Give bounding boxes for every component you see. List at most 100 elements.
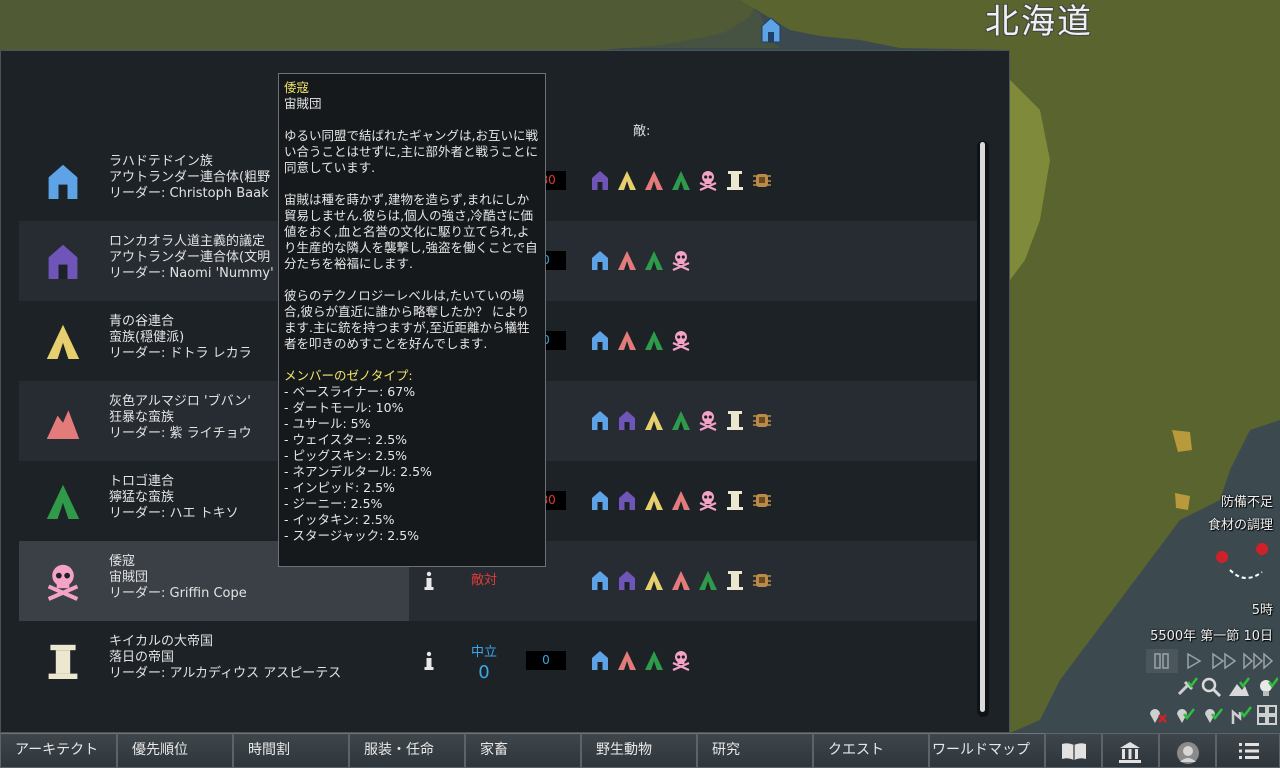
faction-leader: リーダー: Griffin Cope (109, 586, 247, 601)
tent-yellow-icon (618, 171, 636, 190)
settlement-house-icon[interactable] (760, 16, 782, 44)
faction-leader: リーダー: ハエ トキソ (109, 506, 239, 521)
tooltip-description-2: 宙賊は種を蒔かず,建物を造らず,まれにしか貿易しません.彼らは,個人の強さ,冷酷… (284, 192, 538, 271)
enemy-faction-icons (590, 569, 779, 591)
tent-yellow-icon (645, 571, 663, 590)
enemies-column-header: 敵: (633, 124, 651, 139)
xenotype-item: - ジーニー: 2.5% (284, 496, 383, 511)
house-blue-icon (592, 491, 608, 510)
tab-factions[interactable] (1102, 733, 1159, 768)
tent-icon (46, 484, 80, 519)
xenotype-item: - ネアンデルタール: 2.5% (284, 464, 432, 479)
house-purple-icon (619, 491, 635, 510)
tent-pink-icon (618, 651, 636, 670)
tab-research[interactable]: 研究 (697, 733, 813, 768)
zoom-icon[interactable] (1200, 676, 1222, 698)
auto-home-icon[interactable] (1230, 704, 1252, 726)
house-purple-icon (592, 171, 608, 190)
danger-off-icon[interactable] (1146, 704, 1168, 726)
mountain-icon (46, 410, 80, 439)
faction-row[interactable]: キイカルの大帝国 落日の帝国 リーダー: アルカディウス アスピーテス 中立 0 0 (19, 621, 977, 701)
tent-green-icon (672, 411, 690, 430)
tab-assign[interactable]: 服装・任命 (349, 733, 465, 768)
faction-text: 倭寇 宙賊団 リーダー: Griffin Cope (109, 554, 247, 602)
tent-icon (46, 324, 80, 359)
faction-leader: リーダー: Christoph Baak (109, 186, 269, 201)
xenotype-list: - ベースライナー: 67% - ダートモール: 10% - ユサール: 5% - ウ… (284, 384, 540, 544)
relation-value: 0 (478, 662, 490, 683)
play-superfast-icon[interactable] (1242, 649, 1276, 673)
xenotype-item: - インピッド: 2.5% (284, 480, 395, 495)
xenotype-item: - ダートモール: 10% (284, 400, 404, 415)
tooltip-subtitle: 宙賊団 (284, 96, 322, 111)
tent-pink-icon (618, 251, 636, 270)
tab-architect[interactable]: アーキテクト (0, 733, 117, 768)
faction-name: ロンカオラ人道主義的議定 (109, 234, 266, 249)
tab-menu[interactable] (1216, 733, 1280, 768)
faction-name: トロゴ連合 (109, 474, 175, 489)
faction-name: 倭寇 (109, 554, 136, 569)
tab-world-map[interactable]: ワールドマップ (929, 733, 1045, 768)
play-normal-icon[interactable] (1184, 649, 1204, 673)
map-marker-check-icon[interactable] (1202, 704, 1224, 726)
faction-tooltip: 倭寇 宙賊団 ゆるい同盟で結ばれたギャングは,お互いに戦い合うことはせずに,主に… (278, 73, 546, 567)
enemy-faction-icons (590, 489, 779, 511)
xenotype-item: - ピッグスキン: 2.5% (284, 448, 408, 463)
xenotype-item: - ベースライナー: 67% (284, 384, 416, 399)
map-region-label: 北海道 (985, 2, 1093, 42)
pillar-icon (48, 644, 78, 679)
skull-icon (672, 251, 690, 271)
faction-name: ラハドテドイン族 (109, 154, 213, 169)
tent-pink-icon (672, 491, 690, 510)
enemy-faction-icons (590, 329, 698, 351)
auto-rebuild-icon[interactable] (1176, 676, 1198, 698)
tab-animals[interactable]: 家畜 (465, 733, 581, 768)
tab-ideoligion[interactable] (1159, 733, 1216, 768)
tooltip-xenotype-header: メンバーのゼノタイプ: (284, 368, 413, 383)
tab-wildlife[interactable]: 野生動物 (581, 733, 697, 768)
tent-green-icon (699, 571, 717, 590)
house-blue-icon (592, 331, 608, 350)
tooltip-title: 倭寇 (284, 80, 310, 95)
faction-type: アウトランダー連合体(文明 (109, 250, 271, 265)
info-icon[interactable] (420, 571, 438, 591)
tent-yellow-icon (645, 491, 663, 510)
play-fast-icon[interactable] (1210, 649, 1240, 673)
tent-green-icon (672, 171, 690, 190)
faction-type: 蛮族(穏健派) (109, 330, 185, 345)
faction-text: キイカルの大帝国 落日の帝国 リーダー: アルカディウス アスピーテス (109, 634, 341, 682)
alert-insufficient-defense[interactable]: 防備不足 (1221, 491, 1273, 510)
tab-quests[interactable]: クエスト (813, 733, 929, 768)
faction-text: トロゴ連合 獰猛な蛮族 リーダー: ハエ トキソ (109, 474, 239, 522)
tent-yellow-icon (645, 411, 663, 430)
faction-leader: リーダー: アルカディウス アスピーテス (109, 666, 342, 681)
skull-icon (699, 411, 717, 431)
insect-hive-icon (753, 574, 771, 587)
tab-work-priorities[interactable]: 優先順位 (117, 733, 233, 768)
insect-hive-icon (753, 494, 771, 507)
terrain-icon[interactable] (1228, 676, 1250, 698)
faction-leader: リーダー: 紫 ライチョウ (109, 426, 252, 441)
info-icon[interactable] (420, 651, 438, 671)
enemy-faction-icons (590, 409, 779, 431)
pillar-icon (727, 171, 743, 190)
tent-green-icon (645, 251, 663, 270)
map-marker-check-icon[interactable] (1174, 704, 1196, 726)
xenotype-item: - ユサール: 5% (284, 416, 371, 431)
scrollbar-thumb[interactable] (980, 142, 985, 712)
lightbulb-icon[interactable] (1256, 676, 1278, 698)
pillar-icon (727, 411, 743, 430)
tab-schedule[interactable]: 時間割 (233, 733, 349, 768)
pause-icon[interactable] (1153, 649, 1171, 673)
enemy-faction-icons (590, 169, 779, 191)
skull-icon (672, 651, 690, 671)
alert-cook-food[interactable]: 食材の調理 (1208, 514, 1273, 533)
skull-icon (672, 331, 690, 351)
house-blue-icon (592, 651, 608, 670)
tab-history[interactable] (1045, 733, 1102, 768)
grid-icon[interactable] (1256, 704, 1278, 726)
main-tab-bar: アーキテクト 優先順位 時間割 服装・任命 家畜 野生動物 研究 クエスト ワー… (0, 733, 1280, 768)
pillar-icon (727, 491, 743, 510)
house-blue-icon (592, 571, 608, 590)
skull-icon (699, 491, 717, 511)
